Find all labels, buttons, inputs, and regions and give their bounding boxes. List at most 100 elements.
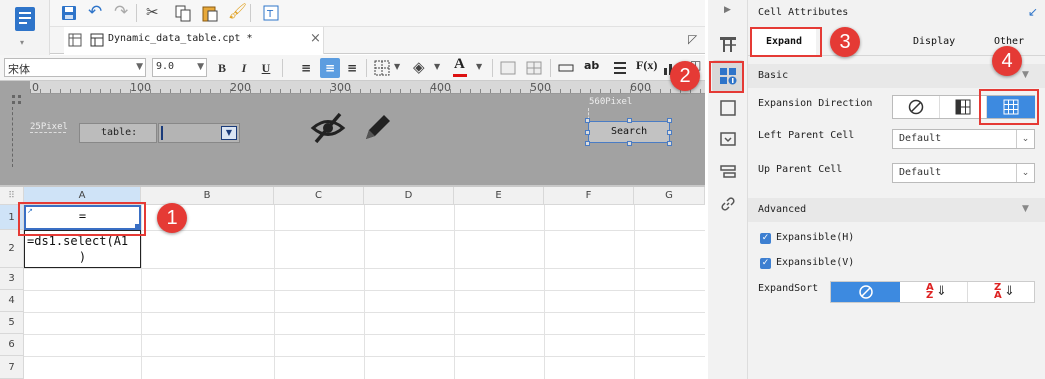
annotation-badge-3: 3: [830, 27, 860, 57]
font-color-icon[interactable]: A: [454, 56, 465, 73]
copy-icon[interactable]: [174, 4, 192, 22]
font-size-select[interactable]: 9.0 ▼: [152, 58, 207, 77]
column-header-e[interactable]: E: [454, 187, 544, 205]
edit-pencil-icon[interactable]: [362, 111, 394, 143]
expansible-h-checkbox[interactable]: ✓: [760, 233, 771, 244]
resize-handle[interactable]: [667, 141, 672, 146]
resize-handle[interactable]: [627, 118, 632, 123]
column-header-d[interactable]: D: [364, 187, 454, 205]
fill-color-icon[interactable]: ◈: [413, 58, 425, 76]
column-header-b[interactable]: B: [141, 187, 274, 205]
up-parent-cell-select[interactable]: Default ⌄: [892, 163, 1035, 183]
sort-descending-icon: ZA: [994, 282, 1002, 301]
tab-dynamic-data-table[interactable]: Dynamic_data_table.cpt * ×: [64, 27, 324, 54]
row-header-3[interactable]: 3: [0, 268, 24, 290]
pin-panel-icon[interactable]: ↙: [1028, 5, 1038, 19]
ruler-label: 400: [430, 81, 451, 94]
widget-icon[interactable]: [558, 61, 574, 75]
font-size-value: 9.0: [156, 61, 175, 72]
grid-line: [544, 205, 545, 379]
tab-menu-icon[interactable]: ◸: [688, 32, 697, 46]
chevron-down-icon[interactable]: ▼: [434, 62, 440, 71]
expansible-v-label: Expansible(V): [776, 257, 855, 268]
chevron-down-icon[interactable]: ▼: [394, 62, 400, 71]
border-icon[interactable]: [374, 60, 390, 76]
table-param-label-box[interactable]: table:: [79, 123, 157, 143]
tab-display[interactable]: Display: [913, 28, 973, 56]
widget-settings-icon[interactable]: [719, 130, 737, 148]
merge-cells-icon[interactable]: [500, 60, 516, 76]
column-header-f[interactable]: F: [544, 187, 634, 205]
italic-button[interactable]: I: [234, 58, 254, 78]
combo-dropdown-icon[interactable]: ▼: [221, 126, 237, 140]
chevron-down-icon[interactable]: ▼: [476, 62, 482, 71]
column-header-g[interactable]: G: [634, 187, 705, 205]
no-expand-button[interactable]: [893, 96, 940, 118]
width-pixel-label: 560Pixel: [589, 97, 633, 107]
up-parent-cell-label: Up Parent Cell: [758, 164, 843, 175]
align-center-icon[interactable]: ≡: [320, 58, 340, 78]
tab-label: Dynamic_data_table.cpt *: [108, 33, 253, 44]
toolbar-divider: [550, 59, 551, 77]
resize-handle[interactable]: [585, 141, 590, 146]
sort-ascending-button[interactable]: AZ ⇓: [900, 282, 968, 302]
search-button[interactable]: Search: [588, 121, 670, 143]
conditional-attributes-icon[interactable]: [719, 163, 737, 181]
row-header-4[interactable]: 4: [0, 290, 24, 312]
grip-dot: [18, 101, 21, 104]
font-family-select[interactable]: 宋体 ▼: [4, 58, 146, 77]
hyperlink-icon[interactable]: [719, 195, 737, 213]
table-param-combo[interactable]: ▼: [158, 123, 240, 143]
expansible-v-checkbox[interactable]: ✓: [760, 258, 771, 269]
close-tab-icon[interactable]: ×: [310, 31, 321, 46]
grip-dot: [12, 101, 15, 104]
designer-logo-icon: [15, 7, 35, 31]
row-header-7[interactable]: 7: [0, 356, 24, 379]
align-left-icon[interactable]: ≡: [296, 58, 316, 78]
format-painter-icon[interactable]: 🖌: [228, 2, 247, 20]
row-header-6[interactable]: 6: [0, 334, 24, 356]
eye-slash-icon[interactable]: [310, 111, 346, 145]
template-icon[interactable]: [718, 34, 738, 54]
formula-button[interactable]: F(x): [636, 58, 657, 73]
list-icon[interactable]: [612, 60, 628, 76]
align-right-icon[interactable]: ≡: [342, 58, 362, 78]
redo-icon[interactable]: ↷: [114, 2, 128, 22]
expand-sort-label: ExpandSort: [758, 283, 819, 294]
left-parent-cell-select[interactable]: Default ⌄: [892, 129, 1035, 149]
text-type-button[interactable]: ab: [584, 59, 599, 72]
sort-descending-button[interactable]: ZA ⇓: [968, 282, 1036, 302]
annotation-box-2: [709, 61, 744, 93]
grid-line: [274, 205, 275, 379]
collapse-arrow-icon[interactable]: ▶: [724, 5, 731, 15]
sort-none-button[interactable]: [831, 282, 900, 302]
guide-line: [30, 132, 66, 133]
ruler-label: 500: [530, 81, 551, 94]
resize-handle[interactable]: [627, 141, 632, 146]
text-preview-icon[interactable]: T: [262, 4, 280, 22]
resize-handle[interactable]: [585, 118, 590, 123]
logo-dropdown-icon[interactable]: ▾: [20, 38, 24, 47]
paste-icon[interactable]: [200, 4, 218, 22]
column-header-c[interactable]: C: [274, 187, 364, 205]
chevron-down-icon: ▼: [136, 62, 143, 72]
property-icon-strip: ▶: [708, 0, 748, 379]
cut-icon[interactable]: ✂: [146, 3, 159, 21]
section-advanced[interactable]: Advanced ▼: [748, 198, 1045, 222]
cell-element-icon[interactable]: [719, 99, 737, 117]
undo-icon[interactable]: ↶: [88, 2, 102, 22]
row-header-5[interactable]: 5: [0, 312, 24, 334]
underline-button[interactable]: U: [256, 58, 276, 78]
resize-handle[interactable]: [667, 118, 672, 123]
left-parent-cell-label: Left Parent Cell: [758, 130, 855, 141]
cell-a2-line1: =ds1.select(A1: [27, 234, 129, 248]
bold-button[interactable]: B: [212, 58, 232, 78]
resize-handle[interactable]: [667, 130, 672, 135]
split-cells-icon[interactable]: [526, 60, 542, 76]
toolbar-divider: [250, 4, 251, 22]
chevron-down-icon: ⌄: [1016, 130, 1034, 148]
save-icon[interactable]: [60, 4, 78, 22]
resize-handle[interactable]: [585, 130, 590, 135]
ruler-label: 200: [230, 81, 251, 94]
font-family-value: 宋体: [8, 63, 30, 76]
